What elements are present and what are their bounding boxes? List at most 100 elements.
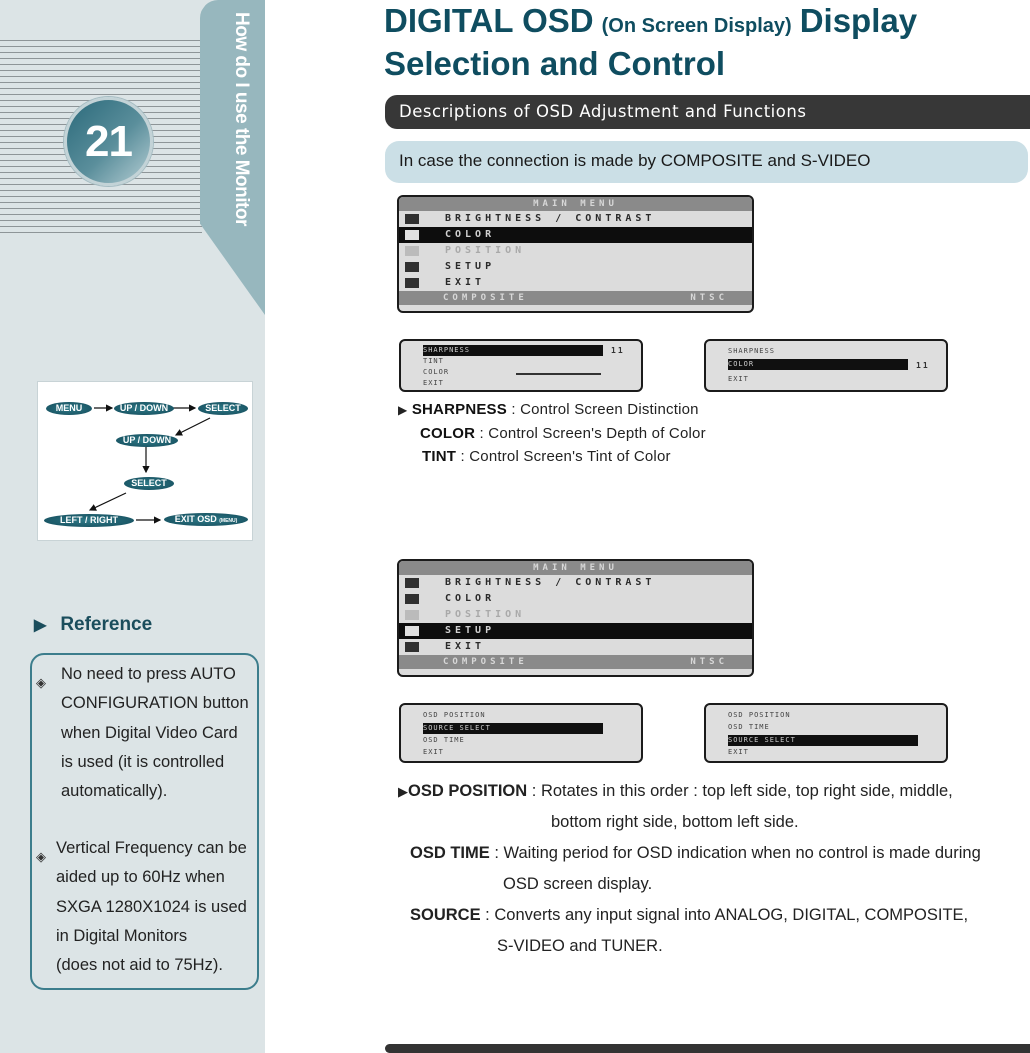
title-part1: DIGITAL OSD [384,2,594,39]
osd-value: 11 [916,361,930,370]
description-item: ▶OSD POSITION : Rotates in this order : … [398,776,1028,807]
osd-menu-item: BRIGHTNESS / CONTRAST [399,211,752,227]
color-icon [405,594,419,604]
osd-item-label: POSITION [445,609,526,620]
reference-line: SXGA 1280X1024 is used [56,897,247,916]
separator: : [475,425,489,442]
flow-step-up-down-2: UP / DOWN [116,434,178,447]
flow-step-select: SELECT [198,402,248,415]
osd-main-menu-color: MAIN MENU BRIGHTNESS / CONTRAST COLOR PO… [397,195,754,313]
osd-sub-row: TINT [423,357,444,365]
osd-sub-row: OSD TIME [423,736,465,744]
flow-step-up-down: UP / DOWN [114,402,174,415]
title-part2: Display [799,2,918,39]
position-icon [405,246,419,256]
brightness-icon [405,578,419,588]
reference-line: aided up to 60Hz when [56,868,225,887]
triangle-bullet-icon: ▶ [398,784,408,799]
osd-sub-row-selected: SOURCE SELECT [728,735,918,746]
page-number-badge: 21 [64,97,153,186]
osd-mode: NTSC [690,657,728,667]
osd-navigation-flow-diagram: MENU UP / DOWN SELECT UP / DOWN SELECT L… [35,379,255,543]
title-line2: Selection and Control [384,45,726,82]
definition: Rotates in this order : top left side, t… [540,782,953,800]
diamond-bullet-icon: ◈ [36,849,46,864]
reference-item: ◈ Vertical Frequency can be aided up to … [36,834,261,980]
sidebar: How do I use the Monitor 21 MENU UP / DO… [0,0,265,1053]
description-continuation: OSD screen display. [503,875,653,893]
definition: Control Screen's Depth of Color [488,425,706,442]
osd-sub-row: OSD TIME [728,723,770,731]
reference-line: automatically). [61,782,168,801]
osd-item-label: POSITION [445,245,526,256]
connection-info-bar: In case the connection is made by COMPOS… [385,141,1028,183]
osd-menu-item: COLOR [399,591,752,607]
osd-submenu-setup-a: OSD POSITION SOURCE SELECT OSD TIME EXIT [399,703,643,763]
description-list-setup: ▶OSD POSITION : Rotates in this order : … [398,776,1028,962]
definition: Control Screen Distinction [520,401,699,418]
osd-sub-row: COLOR [423,368,450,376]
osd-source: COMPOSITE [443,293,528,303]
osd-menu-item: EXIT [399,639,752,655]
osd-mode: NTSC [690,293,728,303]
separator: : [456,448,470,465]
description-list-color: ▶ SHARPNESS : Control Screen Distinction… [398,398,706,468]
osd-item-label: COLOR [445,593,496,604]
brightness-icon [405,214,419,224]
definition: Converts any input signal into ANALOG, D… [494,906,969,924]
description-item: ▶ SHARPNESS : Control Screen Distinction [398,398,706,422]
osd-value: 11 [611,346,625,355]
osd-submenu-color: SHARPNESS COLOR EXIT 11 [704,339,948,392]
exit-osd-label: EXIT OSD [174,514,217,524]
definition: Waiting period for OSD indication when n… [503,844,981,862]
description-item: COLOR : Control Screen's Depth of Color [398,422,706,445]
osd-menu-item: SETUP [399,259,752,275]
term: OSD POSITION [408,782,528,800]
triangle-bullet-icon: ▶ [34,617,47,634]
osd-item-label: EXIT [445,277,486,288]
osd-sub-row: SHARPNESS [728,347,775,355]
osd-menu-item: EXIT [399,275,752,291]
description-item: SOURCE : Converts any input signal into … [398,900,1028,931]
exit-icon [405,278,419,288]
osd-menu-item-selected: SETUP [399,623,752,639]
osd-item-label: SETUP [445,625,496,636]
reference-line: No need to press AUTO [61,665,236,683]
osd-header: MAIN MENU [399,197,752,211]
term: COLOR [420,425,476,442]
title-paren: (On Screen Display) [601,15,792,37]
osd-sub-row: EXIT [423,748,444,756]
separator: : [527,782,541,800]
term: OSD TIME [410,844,490,862]
osd-item-label: COLOR [445,229,496,240]
reference-line: (does not aid to 75Hz). [56,956,223,975]
exit-icon [405,642,419,652]
term: SOURCE [410,906,481,924]
flow-step-menu: MENU [46,402,92,415]
exit-osd-note: (MENU) [219,518,238,524]
flow-step-left-right: LEFT / RIGHT [44,514,134,527]
osd-slider-bar [516,373,601,375]
definition: Control Screen's Tint of Color [469,448,671,465]
chapter-tab-label: How do I use the Monitor [231,12,252,226]
osd-submenu-sharpness: SHARPNESS TINT COLOR EXIT 11 [399,339,643,392]
section-header: Descriptions of OSD Adjustment and Funct… [385,95,1030,129]
reference-line: is used (it is controlled [61,752,225,771]
osd-sub-row: EXIT [728,748,749,756]
osd-submenu-setup-b: OSD POSITION OSD TIME SOURCE SELECT EXIT [704,703,948,763]
diamond-bullet-icon: ◈ [36,675,46,690]
osd-menu-item-selected: COLOR [399,227,752,243]
color-icon [405,230,419,240]
separator: : [506,401,521,418]
description-item: OSD TIME : Waiting period for OSD indica… [398,838,1028,869]
osd-item-label: EXIT [445,641,486,652]
osd-item-label: BRIGHTNESS / CONTRAST [445,213,656,224]
reference-line: in Digital Monitors [56,926,188,945]
osd-footer: COMPOSITE NTSC [399,291,752,305]
osd-sub-row-selected: SOURCE SELECT [423,723,603,734]
osd-source: COMPOSITE [443,657,528,667]
reference-item: ◈ No need to press AUTO CONFIGURATION bu… [36,660,261,806]
position-icon [405,610,419,620]
osd-header: MAIN MENU [399,561,752,575]
osd-sub-row: OSD POSITION [423,711,486,719]
